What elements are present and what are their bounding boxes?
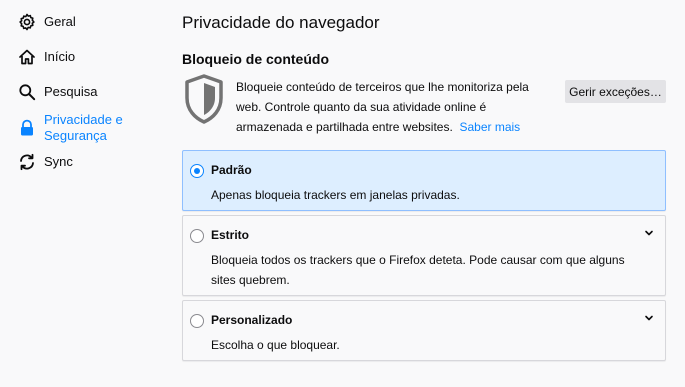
sidebar-item-general[interactable]: Geral [18, 13, 76, 31]
sidebar-item-label: Privacidade e Segurança [44, 112, 123, 143]
sync-icon [18, 153, 36, 171]
sidebar: Geral Início Pesquisa Privacidade e Segu… [0, 0, 170, 387]
chevron-down-icon[interactable] [644, 228, 654, 238]
radio-button[interactable] [190, 164, 204, 178]
page-title: Privacidade do navegador [182, 13, 380, 32]
option-standard[interactable]: Padrão Apenas bloqueia trackers em janel… [182, 150, 666, 211]
learn-more-link[interactable]: Saber mais [459, 120, 520, 134]
option-description: Escolha o que bloquear. [211, 338, 340, 352]
sidebar-item-label: Sync [44, 154, 73, 169]
sidebar-item-home[interactable]: Início [18, 48, 75, 66]
sidebar-item-label: Geral [44, 14, 76, 29]
chevron-down-icon[interactable] [644, 313, 654, 323]
option-description: Apenas bloqueia trackers em janelas priv… [211, 188, 460, 202]
option-title: Estrito [211, 228, 250, 242]
search-icon [18, 83, 36, 101]
home-icon [18, 48, 36, 66]
radio-button[interactable] [190, 314, 204, 328]
manage-exceptions-button[interactable]: Gerir exceções… [565, 80, 666, 103]
preferences-page: Geral Início Pesquisa Privacidade e Segu… [0, 0, 685, 387]
option-custom[interactable]: Personalizado Escolha o que bloquear. [182, 300, 666, 361]
sidebar-item-label: Pesquisa [44, 84, 98, 99]
content-blocking-description: Bloqueie conteúdo de terceiros que lhe m… [236, 77, 556, 137]
option-strict[interactable]: Estrito Bloqueia todos os trackers que o… [182, 215, 666, 296]
option-title: Padrão [211, 163, 252, 177]
sidebar-item-search[interactable]: Pesquisa [18, 83, 97, 101]
section-title: Bloqueio de conteúdo [182, 51, 329, 67]
gear-icon [18, 13, 36, 31]
sidebar-item-privacy[interactable]: Privacidade e Segurança [18, 111, 158, 144]
sidebar-item-label: Início [44, 49, 76, 64]
option-description: Bloqueia todos os trackers que o Firefox… [211, 253, 625, 287]
sidebar-item-sync[interactable]: Sync [18, 153, 73, 171]
option-title: Personalizado [211, 313, 293, 327]
radio-button[interactable] [190, 229, 204, 243]
lock-icon [18, 119, 36, 137]
shield-icon [184, 74, 224, 124]
